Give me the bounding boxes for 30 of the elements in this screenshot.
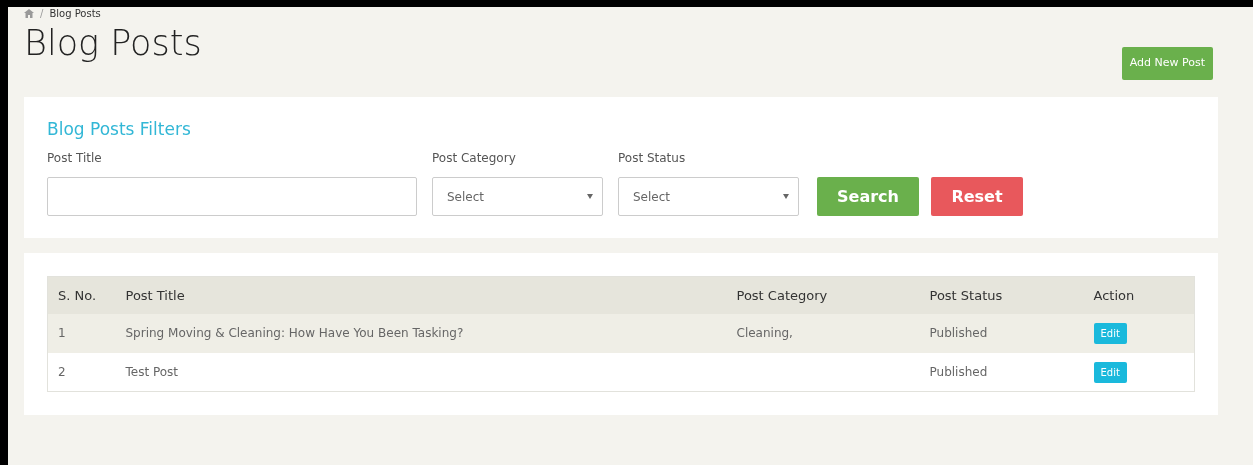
- table-cell: 1: [58, 326, 66, 341]
- page-title: Blog Posts: [24, 22, 202, 64]
- select-field[interactable]: Select: [432, 177, 603, 217]
- table-cell: 2: [58, 365, 66, 380]
- column-header: Post Title: [115, 276, 727, 314]
- edit-button[interactable]: Edit: [1093, 361, 1127, 383]
- column-header: Action: [1083, 276, 1195, 314]
- select-field[interactable]: Select: [618, 177, 799, 217]
- column-header: Post Category: [726, 276, 920, 314]
- field-label: Post Title: [47, 150, 103, 168]
- table-cell: Published: [929, 365, 988, 380]
- breadcrumb-item[interactable]: Blog Posts: [49, 7, 101, 20]
- table-cell: Cleaning,: [736, 326, 793, 341]
- add-new-post-button[interactable]: Add New Post: [1121, 47, 1213, 80]
- table-cell: Test Post: [125, 365, 179, 380]
- field-label: Post Status: [618, 150, 687, 168]
- input-field[interactable]: [47, 177, 417, 217]
- home-icon[interactable]: [24, 9, 34, 18]
- table-cell: Published: [929, 326, 988, 341]
- caret-icon: [783, 194, 789, 200]
- reset-button[interactable]: Reset: [931, 177, 1023, 217]
- search-button[interactable]: Search: [817, 177, 919, 217]
- table-cell: Spring Moving & Cleaning: How Have You Been Tasking?: [125, 326, 464, 341]
- breadcrumb-separator: /: [40, 7, 44, 20]
- field-label: Post Category: [432, 150, 517, 168]
- filters-title: Blog Posts Filters: [47, 119, 192, 140]
- edit-button[interactable]: Edit: [1093, 322, 1127, 344]
- column-header: Post Status: [919, 276, 1084, 314]
- column-header: S. No.: [47, 276, 116, 314]
- caret-icon: [587, 194, 593, 200]
